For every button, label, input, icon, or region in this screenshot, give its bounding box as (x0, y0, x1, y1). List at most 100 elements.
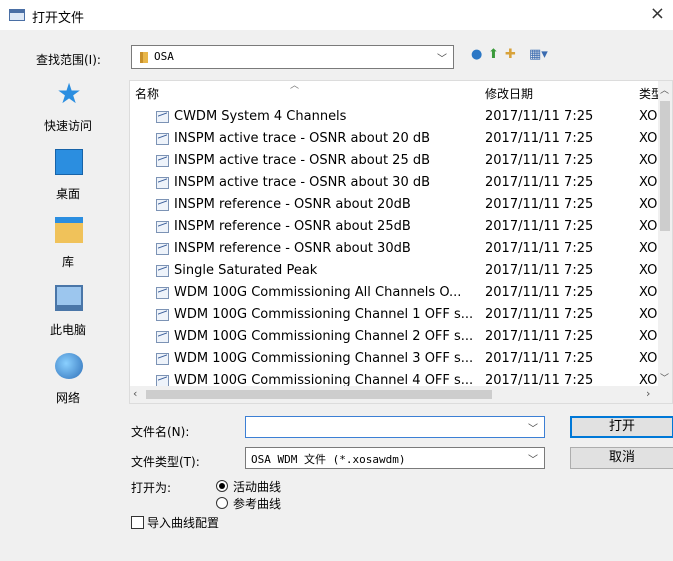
file-date: 2017/11/11 7:25 (485, 241, 594, 256)
file-type: XO (639, 285, 658, 300)
chevron-down-icon[interactable]: ﹀ (528, 451, 538, 466)
lookin-combo[interactable]: OSA ﹀ (131, 45, 454, 69)
scroll-up-icon[interactable]: ︿ (660, 83, 669, 96)
file-name: INSPM active trace - OSNR about 30 dB (174, 175, 431, 190)
file-icon (156, 243, 169, 255)
file-icon (156, 353, 169, 365)
column-header-name[interactable]: 名称 (135, 85, 159, 102)
scroll-down-icon[interactable]: ﹀ (660, 371, 669, 384)
file-date: 2017/11/11 7:25 (485, 307, 594, 322)
file-date: 2017/11/11 7:25 (485, 175, 594, 190)
vertical-scrollbar[interactable]: ︿ ﹀ (658, 81, 672, 387)
file-icon (156, 199, 169, 211)
file-date: 2017/11/11 7:25 (485, 285, 594, 300)
file-type: XO (639, 307, 658, 322)
file-type: XO (639, 131, 658, 146)
quick-access-icon: ★ (56, 77, 82, 110)
file-row[interactable]: INSPM active trace - OSNR about 30 dB 201… (130, 172, 660, 194)
place-label: 快速访问 (43, 119, 92, 133)
new-folder-icon[interactable]: ✚ (505, 47, 516, 65)
places-bar: ★ 快速访问 桌面 库 此电脑 网络 (0, 77, 126, 417)
window-title: 打开文件 (32, 11, 85, 26)
open-button[interactable]: 打开 (570, 416, 673, 438)
file-icon (156, 221, 169, 233)
file-row[interactable]: WDM 100G Commissioning All Channels O...… (130, 282, 660, 304)
chevron-down-icon[interactable]: ﹀ (528, 420, 538, 435)
file-row[interactable]: WDM 100G Commissioning Channel 2 OFF s..… (130, 326, 660, 348)
file-type: XO (639, 351, 658, 366)
radio-active-trace[interactable] (216, 480, 228, 492)
place-quick-access[interactable]: ★ 快速访问 (8, 77, 128, 141)
file-row[interactable]: Single Saturated Peak 2017/11/11 7:25 XO (130, 260, 660, 282)
scroll-right-icon[interactable]: › (646, 387, 650, 400)
filetype-select[interactable]: OSA WDM 文件 (*.xosawdm) ﹀ (245, 447, 545, 469)
file-icon (156, 177, 169, 189)
file-name: CWDM System 4 Channels (174, 109, 347, 124)
desktop-icon (55, 149, 83, 175)
filetype-value: OSA WDM 文件 (*.xosawdm) (251, 453, 406, 466)
file-type: XO (639, 219, 658, 234)
file-row[interactable]: INSPM reference - OSNR about 30dB 2017/11… (130, 238, 660, 260)
file-name: INSPM active trace - OSNR about 25 dB (174, 153, 431, 168)
file-name: INSPM reference - OSNR about 30dB (174, 241, 411, 256)
file-type: XO (639, 175, 658, 190)
file-row[interactable]: WDM 100G Commissioning Channel 1 OFF s..… (130, 304, 660, 326)
lookin-label: 查找范围(I): (36, 53, 101, 67)
close-button[interactable]: × (650, 3, 665, 24)
view-menu-icon[interactable]: ▦▾ (529, 47, 548, 65)
column-header-date[interactable]: 修改日期 (485, 85, 533, 102)
open-file-dialog: 打开文件 × 查找范围(I): OSA ﹀ ● ⬆ ✚ ▦▾ ★ 快速访问 桌面… (0, 0, 673, 561)
file-name: WDM 100G Commissioning All Channels O... (174, 285, 462, 300)
file-name: INSPM reference - OSNR about 25dB (174, 219, 411, 234)
up-folder-icon[interactable]: ⬆ (488, 47, 499, 65)
filename-label: 文件名(N): (131, 425, 190, 439)
this-pc-icon (55, 285, 83, 311)
file-name: Single Saturated Peak (174, 263, 318, 278)
vertical-scroll-thumb[interactable] (660, 101, 670, 231)
file-date: 2017/11/11 7:25 (485, 219, 594, 234)
file-date: 2017/11/11 7:25 (485, 153, 594, 168)
open-as-label: 打开为: (131, 481, 172, 495)
libraries-icon (55, 217, 83, 243)
file-icon (156, 133, 169, 145)
file-row[interactable]: INSPM reference - OSNR about 25dB 2017/11… (130, 216, 660, 238)
chevron-down-icon: ﹀ (437, 54, 447, 65)
file-row[interactable]: CWDM System 4 Channels 2017/11/11 7:25 XO (130, 106, 660, 128)
file-name: WDM 100G Commissioning Channel 2 OFF s..… (174, 329, 474, 344)
file-date: 2017/11/11 7:25 (485, 351, 594, 366)
place-network[interactable]: 网络 (8, 349, 128, 413)
app-icon (9, 9, 25, 21)
place-libraries[interactable]: 库 (8, 213, 128, 277)
filename-input[interactable]: ﹀ (245, 416, 545, 438)
import-config-checkbox[interactable] (131, 516, 144, 529)
file-row[interactable]: INSPM active trace - OSNR about 25 dB 201… (130, 150, 660, 172)
horizontal-scroll-thumb[interactable] (146, 390, 492, 399)
file-list[interactable]: 名称 ︿ 修改日期 类型 CWDM System 4 Channels 2017/… (129, 80, 673, 404)
place-this-pc[interactable]: 此电脑 (8, 281, 128, 345)
cancel-button[interactable]: 取消 (570, 447, 673, 469)
horizontal-scrollbar[interactable]: ‹ › (130, 386, 672, 403)
file-icon (156, 265, 169, 277)
radio-reference-trace[interactable] (216, 497, 228, 509)
place-desktop[interactable]: 桌面 (8, 145, 128, 209)
network-icon (55, 353, 83, 379)
file-row[interactable]: INSPM active trace - OSNR about 20 dB 201… (130, 128, 660, 150)
file-type: XO (639, 241, 658, 256)
file-type: XO (639, 197, 658, 212)
sort-up-icon: ︿ (290, 81, 300, 91)
file-date: 2017/11/11 7:25 (485, 263, 594, 278)
back-icon[interactable]: ● (471, 47, 482, 65)
place-label: 桌面 (55, 187, 80, 201)
radio-reference-trace-label: 参考曲线 (233, 497, 282, 511)
file-type: XO (639, 153, 658, 168)
file-icon (156, 331, 169, 343)
filetype-label: 文件类型(T): (131, 455, 200, 469)
lookin-value: OSA (154, 50, 174, 63)
file-row[interactable]: WDM 100G Commissioning Channel 3 OFF s..… (130, 348, 660, 370)
folder-icon (140, 52, 148, 63)
file-icon (156, 309, 169, 321)
file-type: XO (639, 263, 658, 278)
scroll-left-icon[interactable]: ‹ (133, 387, 137, 400)
radio-active-trace-label: 活动曲线 (233, 480, 282, 494)
file-row[interactable]: INSPM reference - OSNR about 20dB 2017/11… (130, 194, 660, 216)
